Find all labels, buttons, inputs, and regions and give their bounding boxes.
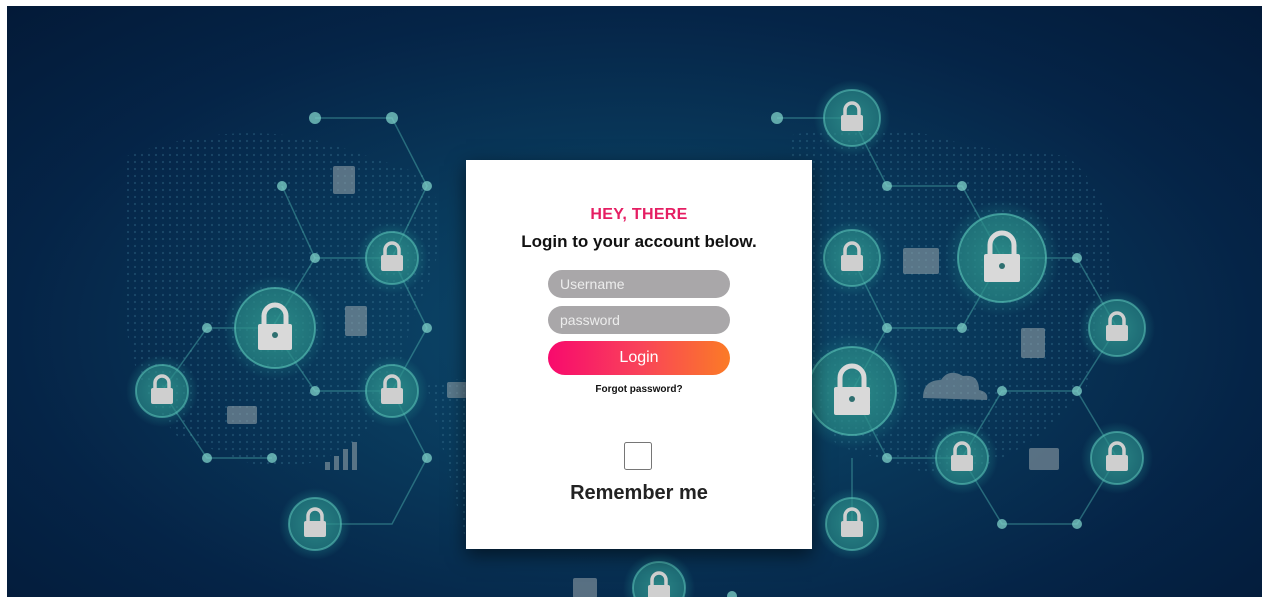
remember-me-checkbox[interactable] [624,442,652,470]
lock-icon [814,80,890,156]
document-icon [333,166,355,194]
password-input[interactable] [548,306,730,334]
document-icon [345,306,367,336]
lock-icon [1079,290,1155,366]
folder-icon [903,248,939,274]
lock-icon [356,355,428,427]
remember-me-label: Remember me [570,482,708,504]
lock-icon [926,422,998,494]
lock-icon [816,488,888,560]
background-stage: HEY, THERE Login to your account below. … [7,6,1262,597]
greeting-heading: HEY, THERE [590,206,688,223]
document-icon [1021,328,1045,358]
lock-icon [223,276,327,380]
lock-icon [623,552,695,597]
lock-icon [944,200,1060,316]
lock-icon [279,488,351,560]
envelope-icon [447,382,467,398]
lock-icon [126,355,198,427]
login-card: HEY, THERE Login to your account below. … [466,160,812,549]
login-subtitle: Login to your account below. [521,232,757,251]
lock-icon [814,220,890,296]
login-button[interactable]: Login [548,341,730,375]
lock-icon [1081,422,1153,494]
username-input[interactable] [548,270,730,298]
document-icon [573,578,597,597]
cart-icon [227,406,257,424]
lock-icon [356,222,428,294]
video-icon [1029,448,1059,470]
forgot-password-link[interactable]: Forgot password? [466,384,812,395]
